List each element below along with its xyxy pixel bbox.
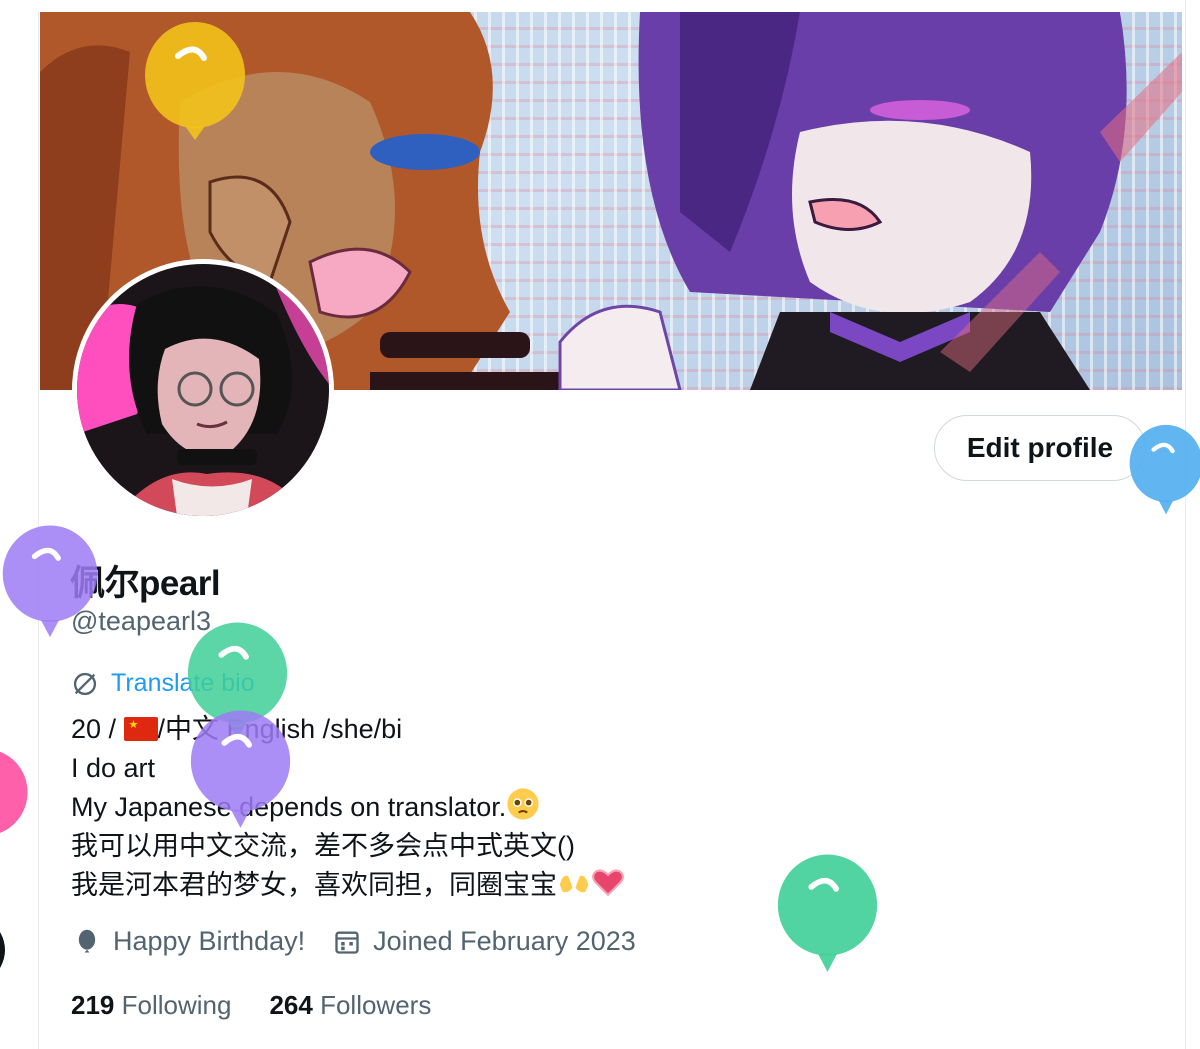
pleading-face-emoji xyxy=(507,788,539,820)
balloon-decoration xyxy=(190,710,291,828)
profile-bio: 20 / ★/中文 English /she/bi I do art My Ja… xyxy=(71,710,625,905)
joined-item: Joined February 2023 xyxy=(333,926,636,957)
bio-line: 我是河本君的梦女，喜欢同担，同圈宝宝 xyxy=(71,865,625,905)
globe-slash-icon xyxy=(73,672,97,695)
palms-up-emoji xyxy=(559,875,589,893)
bio-line: I do art xyxy=(71,752,156,783)
bio-line: 20 / ★/中文 English /she/bi xyxy=(71,710,625,749)
bio-line: My Japanese depends on translator. xyxy=(71,787,625,827)
following-count: 219 xyxy=(71,990,115,1020)
follow-counts: 219 Following 264 Followers xyxy=(71,990,469,1021)
followers-label: Followers xyxy=(320,990,432,1020)
followers-count: 264 xyxy=(269,990,313,1020)
following-label: Following xyxy=(121,990,232,1020)
balloon-decoration xyxy=(0,751,28,833)
bio-text: 20 / xyxy=(71,714,124,744)
balloon-decoration xyxy=(145,22,245,140)
following-link[interactable]: 219 Following xyxy=(71,990,231,1021)
profile-avatar[interactable] xyxy=(72,259,334,521)
calendar-icon xyxy=(335,931,359,954)
balloon-decoration xyxy=(1129,424,1200,515)
balloon-icon xyxy=(78,929,96,952)
joined-date: Joined February 2023 xyxy=(373,926,636,956)
balloon-decoration xyxy=(777,854,878,972)
heart-emoji xyxy=(592,869,624,897)
bio-line: 我可以用中文交流，差不多会点中式英文() xyxy=(71,830,575,861)
china-flag-icon: ★ xyxy=(123,717,158,741)
birthday-text: Happy Birthday! xyxy=(113,926,306,956)
edit-profile-button[interactable]: Edit profile xyxy=(934,415,1146,481)
top-strip xyxy=(38,0,1184,12)
avatar-illustration xyxy=(77,264,329,516)
bio-text: 我是河本君的梦女，喜欢同担，同圈宝宝 xyxy=(71,870,557,900)
followers-link[interactable]: 264 Followers xyxy=(269,990,431,1021)
balloon-decoration xyxy=(2,525,98,638)
birthday-item: Happy Birthday! xyxy=(73,926,305,957)
balloon-decoration xyxy=(0,932,5,968)
profile-meta-row: Happy Birthday! Joined February 2023 xyxy=(73,926,664,957)
